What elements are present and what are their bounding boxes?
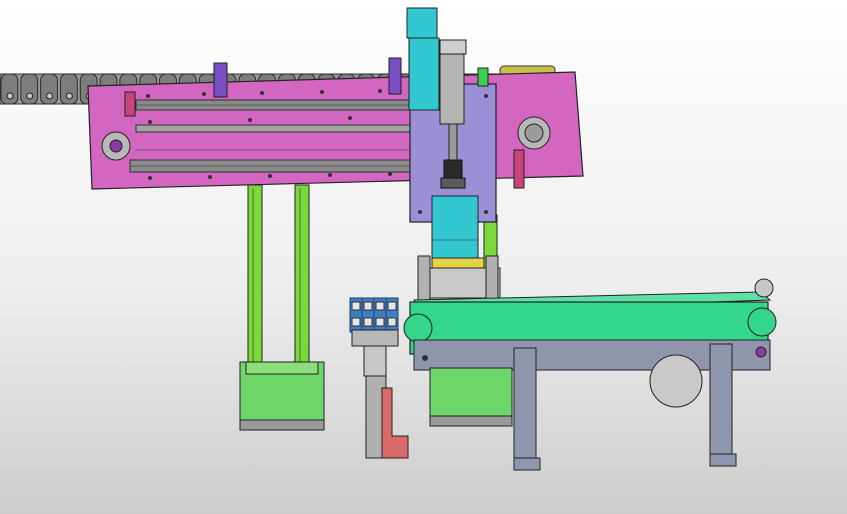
bolt [248, 118, 252, 122]
bolt [208, 175, 212, 179]
conveyor-frame-bolt-left [422, 355, 428, 361]
bolt [260, 91, 264, 95]
conveyor-leg-right-foot [709, 453, 737, 467]
chain-link-pin [26, 92, 34, 100]
chain-link-pin [46, 92, 54, 100]
terminal-block-base [351, 329, 399, 347]
z-axis-carriage [406, 7, 497, 261]
base-block-left-top [245, 361, 319, 375]
gripper-arm-right [485, 255, 499, 303]
chain-link [59, 73, 78, 105]
terminal-screw [363, 301, 373, 311]
chain-bracket-right [388, 57, 402, 95]
piston-rod [448, 123, 458, 165]
cylinder-mount-top [406, 7, 438, 39]
chain-bracket-left [213, 62, 228, 98]
limit-tab-right [513, 149, 525, 189]
terminal-screw [375, 317, 385, 327]
bolt [320, 90, 324, 94]
belt-conveyor [403, 278, 777, 471]
bolt [202, 92, 206, 96]
cylinder-body-top [408, 37, 440, 111]
gripper-arm-left [417, 255, 431, 303]
cad-viewport[interactable] [0, 0, 847, 514]
bolt [378, 89, 382, 93]
conveyor-end-roller-right [747, 307, 777, 337]
conveyor-leg-left [513, 347, 537, 461]
bolt [388, 172, 392, 176]
linear-rail-middle [135, 124, 417, 133]
assembly-scene[interactable] [0, 0, 847, 514]
rod-coupler-nut [440, 177, 466, 189]
limit-tab-left [124, 91, 136, 117]
gripper-cylinder [431, 195, 479, 261]
chain-link [0, 73, 19, 105]
lift-bracket [381, 387, 409, 459]
bolt [146, 94, 150, 98]
base-block-center [429, 367, 513, 419]
conveyor-leg-right [709, 343, 733, 457]
bolt [268, 174, 272, 178]
terminal-screw [375, 301, 385, 311]
terminal-screw [387, 317, 397, 327]
chain-link-pin [6, 92, 14, 100]
bolt [148, 120, 152, 124]
terminal-screw [351, 317, 361, 327]
terminal-screw [351, 301, 361, 311]
conveyor-motor [649, 354, 703, 408]
support-rod-1 [247, 184, 263, 366]
conveyor-drive-wheel [754, 278, 774, 298]
lift-rod-guide [363, 345, 387, 377]
chain-link [20, 73, 39, 105]
bolt [148, 176, 152, 180]
drive-pulley-left-hub [109, 139, 123, 153]
terminal-screw [387, 301, 397, 311]
terminal-block [349, 297, 399, 333]
support-rod-2 [294, 184, 310, 366]
lift-base-block [239, 361, 325, 431]
terminal-screw [363, 317, 373, 327]
bolt [328, 173, 332, 177]
terminal-block-fixture [349, 297, 409, 459]
chain-link-pin [65, 92, 73, 100]
conveyor-end-roller-left [403, 313, 433, 343]
conveyor-leg-left-foot [513, 457, 541, 471]
bolt [348, 116, 352, 120]
drive-pulley-right-hub [524, 123, 544, 143]
sensor-green [477, 67, 489, 87]
base-block-center-foot [429, 415, 513, 427]
base-block-left-foot [239, 419, 325, 431]
cylinder-cap [439, 39, 467, 55]
chain-link [40, 73, 58, 105]
cylinder-rod-housing [439, 43, 465, 125]
conveyor-frame-bolt [755, 346, 767, 358]
